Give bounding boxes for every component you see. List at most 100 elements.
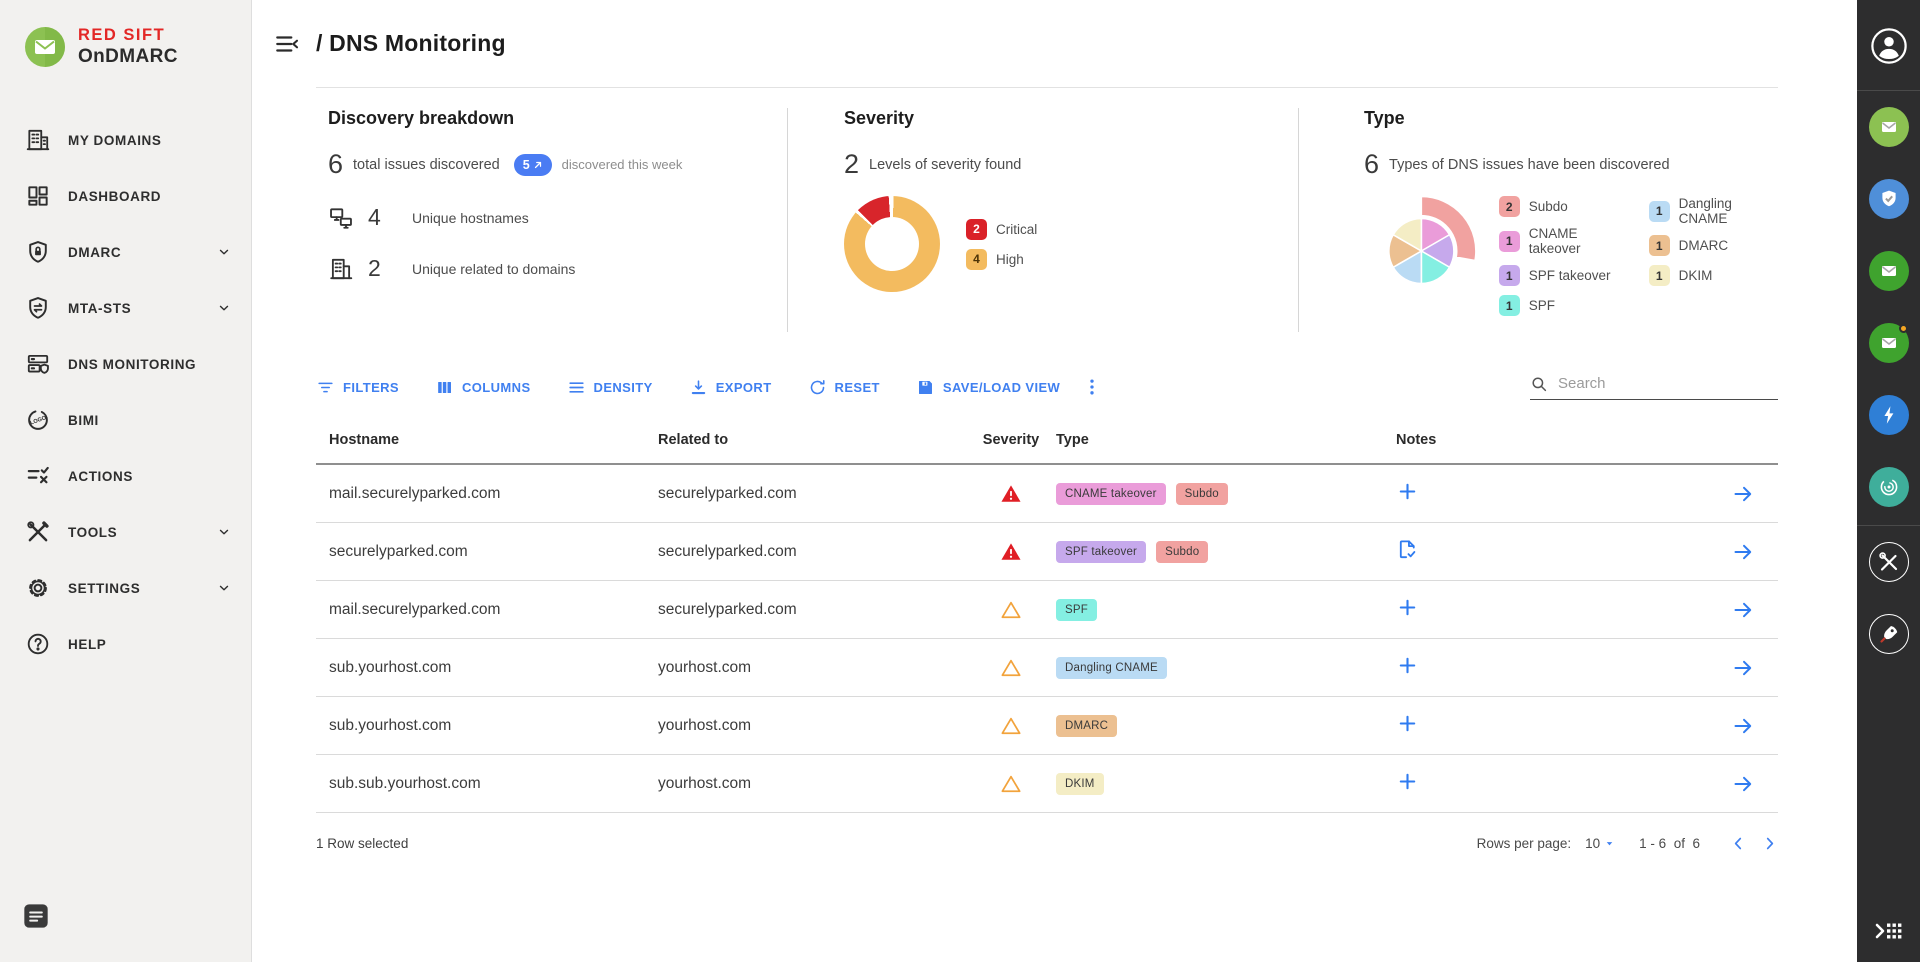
cell-notes <box>1382 712 1632 740</box>
rail-tools-icon[interactable] <box>1869 542 1909 582</box>
legend-item: 1DMARC <box>1649 235 1778 256</box>
legend-item: 1DKIM <box>1649 265 1778 286</box>
search-input[interactable] <box>1558 375 1778 392</box>
column-header-hostname[interactable]: Hostname <box>329 432 658 448</box>
app-blue-bolt-icon[interactable] <box>1869 395 1909 435</box>
column-header-notes[interactable]: Notes <box>1382 432 1632 448</box>
severity-donut-chart <box>844 196 940 292</box>
export-button[interactable]: EXPORT <box>689 378 772 397</box>
redsift-ondmarc-logo: RED SIFT OnDMARC <box>0 0 251 68</box>
legend-label: SPF <box>1529 298 1555 313</box>
cell-open <box>1708 772 1778 796</box>
table-row[interactable]: mail.securelyparked.comsecurelyparked.co… <box>316 581 1778 639</box>
discovery-card-title: Discovery breakdown <box>328 108 787 129</box>
cell-hostname: sub.sub.yourhost.com <box>329 775 658 793</box>
chat-widget-button[interactable] <box>22 902 50 930</box>
shield-arrows-icon <box>25 295 51 321</box>
type-rose-chart <box>1364 191 1479 311</box>
type-tag: Subdo <box>1156 541 1208 563</box>
table-row[interactable]: sub.sub.yourhost.comyourhost.comDKIM <box>316 755 1778 813</box>
sidebar-item-dashboard[interactable]: DASHBOARD <box>0 168 251 224</box>
open-row-button[interactable] <box>1731 772 1755 796</box>
sidebar-item-dns-monitoring[interactable]: DNS MONITORING <box>0 336 251 392</box>
cell-type: DKIM <box>1056 773 1382 795</box>
chevron-down-icon[interactable] <box>217 525 231 539</box>
cell-type: SPF <box>1056 599 1382 621</box>
sidebar-item-label: MTA-STS <box>68 301 131 316</box>
sidebar-item-dmarc[interactable]: DMARC <box>0 224 251 280</box>
actions-list-icon <box>25 463 51 489</box>
add-note-button[interactable] <box>1396 712 1419 735</box>
note-added-button[interactable] <box>1396 538 1419 561</box>
filter-icon <box>316 378 335 397</box>
next-page-button[interactable] <box>1761 835 1778 852</box>
type-count-label: Types of DNS issues have been discovered <box>1389 157 1669 173</box>
sidebar-item-mta-sts[interactable]: MTA-STS <box>0 280 251 336</box>
topbar: / DNS Monitoring <box>316 0 1778 88</box>
severity-count-label: Levels of severity found <box>869 157 1021 173</box>
legend-label: SPF takeover <box>1529 268 1611 283</box>
search-icon <box>1530 375 1548 393</box>
legend-count-chip: 1 <box>1499 265 1520 286</box>
cell-related-to: securelyparked.com <box>658 601 966 619</box>
sidebar-item-help[interactable]: HELP <box>0 616 251 672</box>
cell-open <box>1708 656 1778 680</box>
column-header-type[interactable]: Type <box>1056 432 1382 448</box>
app-green-envelope-icon[interactable] <box>1869 107 1909 147</box>
discovery-breakdown-card: Discovery breakdown 6 total issues disco… <box>316 108 787 332</box>
cell-notes <box>1382 538 1632 566</box>
column-header-related-to[interactable]: Related to <box>658 432 966 448</box>
open-row-button[interactable] <box>1731 598 1755 622</box>
open-row-button[interactable] <box>1731 714 1755 738</box>
account-icon[interactable] <box>1869 26 1909 66</box>
app-teal-radar-icon[interactable] <box>1869 467 1909 507</box>
save-load-view-button[interactable]: SAVE/LOAD VIEW <box>916 378 1060 397</box>
toolbar-button-label: COLUMNS <box>462 380 531 395</box>
sidebar-item-label: TOOLS <box>68 525 117 540</box>
cell-hostname: mail.securelyparked.com <box>329 601 658 619</box>
legend-item: 1CNAME takeover <box>1499 226 1627 256</box>
rows-per-page-select[interactable]: 10 <box>1585 836 1615 851</box>
table-row[interactable]: sub.yourhost.comyourhost.comDangling CNA… <box>316 639 1778 697</box>
add-note-button[interactable] <box>1396 596 1419 619</box>
density-button[interactable]: DENSITY <box>567 378 653 397</box>
chevron-down-icon[interactable] <box>217 301 231 315</box>
sidebar-item-tools[interactable]: TOOLS <box>0 504 251 560</box>
open-row-button[interactable] <box>1731 540 1755 564</box>
table-row[interactable]: mail.securelyparked.comsecurelyparked.co… <box>316 465 1778 523</box>
open-row-button[interactable] <box>1731 482 1755 506</box>
sidebar-item-my-domains[interactable]: MY DOMAINS <box>0 112 251 168</box>
add-note-button[interactable] <box>1396 654 1419 677</box>
sidebar-item-settings[interactable]: SETTINGS <box>0 560 251 616</box>
stat-value: 4 <box>368 204 388 231</box>
cell-type: SPF takeoverSubdo <box>1056 541 1382 563</box>
apps-grid-icon[interactable] <box>1874 918 1904 944</box>
more-options-button[interactable] <box>1082 377 1102 397</box>
severity-card: Severity 2 Levels of severity found 2Cri… <box>787 108 1298 332</box>
total-issues-count: 6 <box>328 149 343 180</box>
page-title: / DNS Monitoring <box>316 30 506 57</box>
chevron-down-icon[interactable] <box>217 581 231 595</box>
gear-icon <box>25 575 51 601</box>
chevron-down-icon[interactable] <box>217 245 231 259</box>
sidebar-nav: MY DOMAINSDASHBOARDDMARC MTA-STS DNS MONIT… <box>0 112 251 672</box>
filters-button[interactable]: FILTERS <box>316 378 399 397</box>
columns-button[interactable]: COLUMNS <box>435 378 531 397</box>
column-header-severity[interactable]: Severity <box>966 432 1056 448</box>
app-green-envelope-check-icon[interactable] <box>1869 251 1909 291</box>
stat-label: Unique hostnames <box>412 210 529 226</box>
table-row[interactable]: sub.yourhost.comyourhost.comDMARC <box>316 697 1778 755</box>
sidebar-collapse-icon[interactable] <box>274 31 300 57</box>
app-blue-shield-check-icon[interactable] <box>1869 179 1909 219</box>
sidebar-item-bimi[interactable]: LOGOBIMI <box>0 392 251 448</box>
reset-button[interactable]: RESET <box>808 378 880 397</box>
sidebar-item-actions[interactable]: ACTIONS <box>0 448 251 504</box>
app-green-envelope-badge-icon[interactable] <box>1869 323 1909 363</box>
rail-rocket-icon[interactable] <box>1869 614 1909 654</box>
cell-hostname: securelyparked.com <box>329 543 658 561</box>
previous-page-button[interactable] <box>1730 835 1747 852</box>
add-note-button[interactable] <box>1396 770 1419 793</box>
open-row-button[interactable] <box>1731 656 1755 680</box>
add-note-button[interactable] <box>1396 480 1419 503</box>
table-row[interactable]: securelyparked.comsecurelyparked.comSPF … <box>316 523 1778 581</box>
